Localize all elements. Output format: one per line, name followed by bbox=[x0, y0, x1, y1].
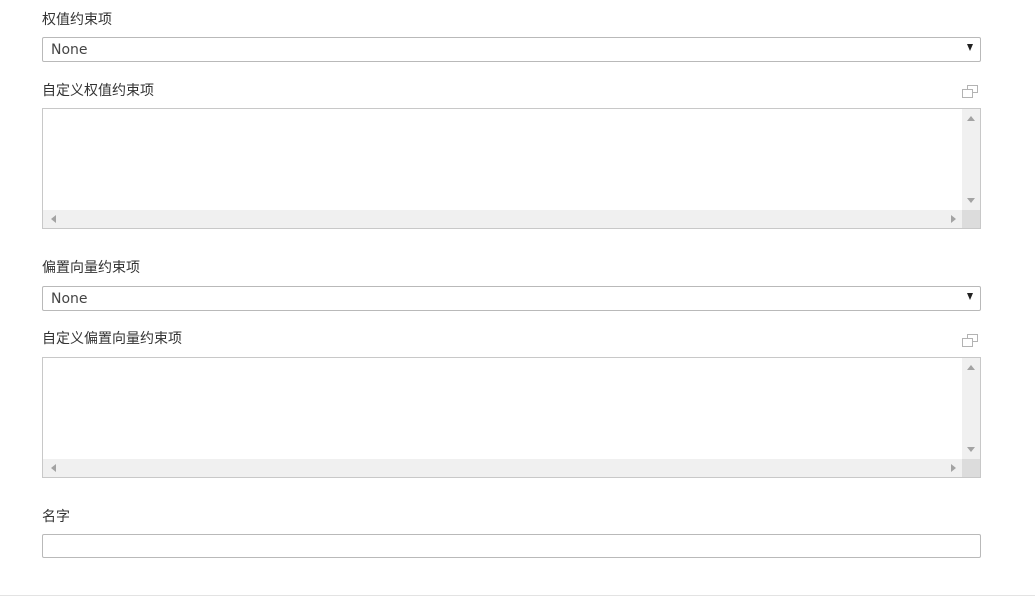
caret-down-icon bbox=[967, 293, 973, 300]
scroll-right-arrow-icon[interactable] bbox=[951, 215, 956, 223]
bias-constraint-selected-value: None bbox=[51, 291, 88, 307]
scroll-right-arrow-icon[interactable] bbox=[951, 464, 956, 472]
vertical-scrollbar[interactable] bbox=[962, 358, 980, 459]
name-label: 名字 bbox=[42, 509, 70, 525]
bias-constraint-label: 偏置向量约束项 bbox=[42, 260, 140, 276]
weight-constraint-label: 权值约束项 bbox=[42, 12, 112, 28]
custom-bias-constraint-editor[interactable] bbox=[42, 357, 981, 478]
weight-constraint-selected-value: None bbox=[51, 42, 88, 58]
popout-window-icon[interactable] bbox=[962, 85, 978, 98]
scroll-up-arrow-icon[interactable] bbox=[967, 116, 975, 121]
scrollbar-corner bbox=[962, 210, 980, 228]
scroll-left-arrow-icon[interactable] bbox=[51, 215, 56, 223]
scroll-down-arrow-icon[interactable] bbox=[967, 447, 975, 452]
bias-constraint-select[interactable]: None bbox=[42, 286, 981, 311]
popout-window-icon[interactable] bbox=[962, 334, 978, 347]
weight-constraint-select[interactable]: None bbox=[42, 37, 981, 62]
caret-down-icon bbox=[967, 44, 973, 51]
constraint-settings-form: 权值约束项 None 自定义权值约束项 偏置向量约束项 None 自定义偏置向量… bbox=[0, 0, 1035, 597]
horizontal-scrollbar[interactable] bbox=[43, 459, 962, 477]
scroll-left-arrow-icon[interactable] bbox=[51, 464, 56, 472]
divider bbox=[0, 595, 1035, 596]
name-input[interactable] bbox=[42, 534, 981, 558]
horizontal-scrollbar[interactable] bbox=[43, 210, 962, 228]
vertical-scrollbar[interactable] bbox=[962, 109, 980, 210]
custom-bias-constraint-label: 自定义偏置向量约束项 bbox=[42, 331, 182, 347]
scroll-down-arrow-icon[interactable] bbox=[967, 198, 975, 203]
scrollbar-corner bbox=[962, 459, 980, 477]
scroll-up-arrow-icon[interactable] bbox=[967, 365, 975, 370]
custom-weight-constraint-editor[interactable] bbox=[42, 108, 981, 229]
custom-weight-constraint-label: 自定义权值约束项 bbox=[42, 83, 154, 99]
